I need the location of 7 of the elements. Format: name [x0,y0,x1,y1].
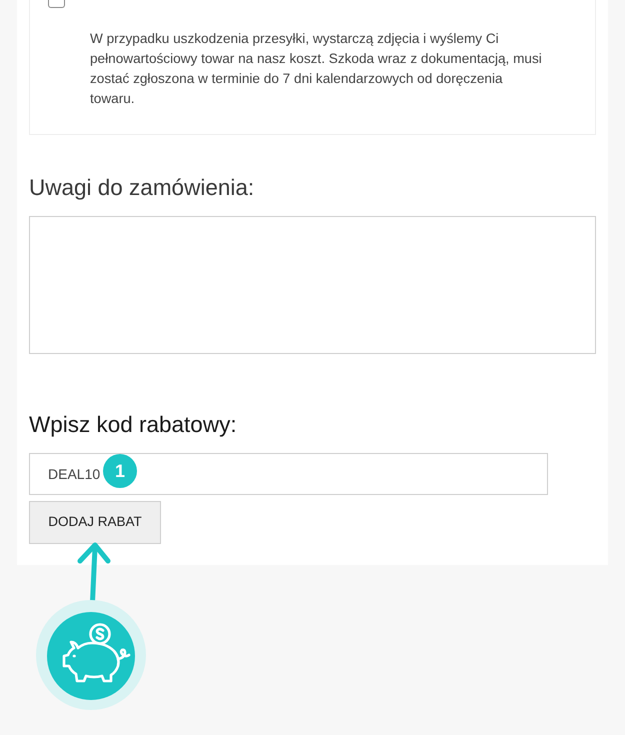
notes-field[interactable] [29,216,596,354]
notice-text: W przypadku uszkodzenia przesyłki, wystarczą zdjęcia i wyślemy Ci pełnowartościowy towar na nasz koszt. Szkoda wraz z dokumentacją, musi zostać zgłoszona w terminie do 7 dni kalendarzowych od doręczenia towaru. [90,30,543,108]
discount-heading: Wpisz kod rabatowy: [29,411,238,438]
notes-heading: Uwagi do zamówienia: [29,174,256,201]
add-discount-button[interactable]: DODAJ RABAT [29,501,161,544]
piggy-bank-icon [36,600,146,710]
checkbox[interactable] [48,0,65,8]
